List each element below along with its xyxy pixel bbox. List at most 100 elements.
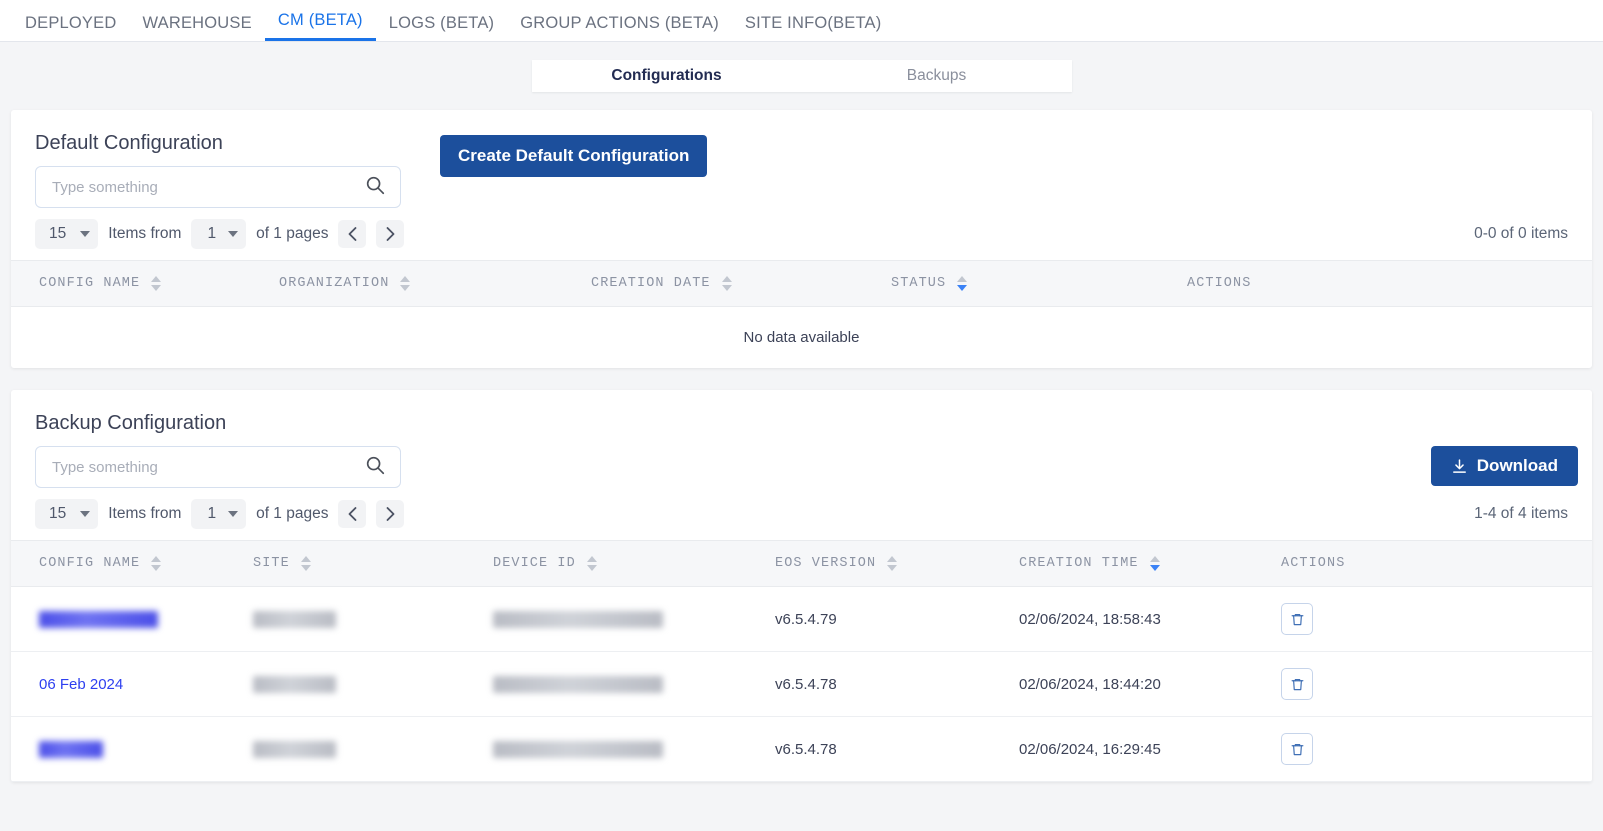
chevron-down-icon bbox=[80, 511, 90, 517]
delete-row-button[interactable] bbox=[1281, 603, 1313, 635]
backup-prev-page-button[interactable] bbox=[338, 500, 366, 528]
backup-page-number-select[interactable]: 1 bbox=[191, 499, 246, 529]
site-cell: ██ ███ ██ bbox=[253, 717, 493, 782]
backup-config-pagination: 15 Items from 1 of 1 pages 1-4 of 4 item… bbox=[11, 488, 1592, 540]
default-page-size-select[interactable]: 15 bbox=[35, 219, 98, 249]
backup-items-from-label: Items from bbox=[108, 505, 181, 523]
backup-config-search-box[interactable] bbox=[35, 446, 401, 488]
delete-row-button[interactable] bbox=[1281, 668, 1313, 700]
column-header-organization[interactable]: ORGANIZATION bbox=[279, 261, 591, 307]
tab-configurations[interactable]: Configurations bbox=[532, 60, 802, 92]
creation-time-cell: 02/06/2024, 18:58:43 bbox=[1019, 587, 1281, 652]
no-data-message: No data available bbox=[11, 307, 1592, 369]
sort-toggle-icon[interactable] bbox=[151, 276, 161, 291]
nav-item-warehouse[interactable]: WAREHOUSE bbox=[129, 15, 264, 42]
actions-cell bbox=[1281, 587, 1592, 652]
default-page-size-value: 15 bbox=[49, 225, 66, 243]
chevron-down-icon bbox=[80, 231, 90, 237]
eos-version-cell: v6.5.4.79 bbox=[775, 587, 1019, 652]
column-header-device-id[interactable]: DEVICE ID bbox=[493, 541, 775, 587]
default-table-empty-row: No data available bbox=[11, 307, 1592, 369]
backup-config-title: Backup Configuration bbox=[11, 390, 226, 435]
device-id-cell: ████████████████ bbox=[493, 717, 775, 782]
config-name-cell[interactable]: 06 Feb 2024 bbox=[11, 652, 253, 717]
column-header-status[interactable]: STATUS bbox=[891, 261, 1187, 307]
default-config-pagination: 15 Items from 1 of 1 pages 0-0 of 0 item… bbox=[11, 208, 1592, 260]
nav-item-group-actions-beta[interactable]: GROUP ACTIONS (BETA) bbox=[507, 15, 732, 42]
backup-page-size-value: 15 bbox=[49, 505, 66, 523]
column-header-site[interactable]: SITE bbox=[253, 541, 493, 587]
column-header-eos-version[interactable]: EOS VERSION bbox=[775, 541, 1019, 587]
default-config-search-box[interactable] bbox=[35, 166, 401, 208]
site-cell: ██ ███ ██ bbox=[253, 587, 493, 652]
table-row: 06 Feb 2024██ ███ ██████████████████ v6.5… bbox=[11, 652, 1592, 717]
column-header-creation-date[interactable]: CREATION DATE bbox=[591, 261, 891, 307]
sort-toggle-icon[interactable] bbox=[587, 556, 597, 571]
column-header-label: ORGANIZATION bbox=[279, 276, 389, 291]
backup-table-head: CONFIG NAMESITE DEVICE IDEOS VERSIONCREAT… bbox=[11, 541, 1592, 587]
creation-time-cell: 02/06/2024, 16:29:45 bbox=[1019, 717, 1281, 782]
eos-version-cell-value: v6.5.4.78 bbox=[775, 676, 837, 693]
column-header-label: CREATION DATE bbox=[591, 276, 711, 291]
trash-icon bbox=[1290, 677, 1305, 692]
eos-version-cell: v6.5.4.78 bbox=[775, 652, 1019, 717]
default-table-header-row: CONFIG NAME ORGANIZATION CREATION DATE STAT… bbox=[11, 261, 1592, 307]
default-page-number-select[interactable]: 1 bbox=[191, 219, 246, 249]
backup-config-search-input[interactable] bbox=[52, 459, 364, 476]
tab-backups[interactable]: Backups bbox=[802, 60, 1072, 92]
sort-toggle-icon[interactable] bbox=[151, 556, 161, 571]
search-icon[interactable] bbox=[364, 174, 386, 201]
backup-configuration-card: Backup Configuration Download 15 Items f bbox=[11, 390, 1592, 782]
default-table-head: CONFIG NAME ORGANIZATION CREATION DATE STAT… bbox=[11, 261, 1592, 307]
trash-icon bbox=[1290, 742, 1305, 757]
sort-toggle-icon[interactable] bbox=[1150, 556, 1160, 571]
default-config-search-input[interactable] bbox=[52, 179, 364, 196]
device-id-cell-value: ████████████████ bbox=[493, 676, 663, 693]
sort-toggle-icon[interactable] bbox=[722, 276, 732, 291]
default-configuration-table: CONFIG NAME ORGANIZATION CREATION DATE STAT… bbox=[11, 260, 1592, 368]
backup-next-page-button[interactable] bbox=[376, 500, 404, 528]
default-config-search-row bbox=[11, 166, 1592, 208]
default-configuration-card: Default Configuration Create Default Con… bbox=[11, 110, 1592, 368]
actions-cell bbox=[1281, 717, 1592, 782]
column-header-label: CREATION TIME bbox=[1019, 556, 1139, 571]
column-header-label: CONFIG NAME bbox=[39, 276, 140, 291]
chevron-down-icon bbox=[228, 511, 238, 517]
site-cell: ██ ███ ██ bbox=[253, 652, 493, 717]
column-header-actions: ACTIONS bbox=[1281, 541, 1592, 587]
sort-toggle-icon[interactable] bbox=[400, 276, 410, 291]
config-name-cell[interactable]: ███ ██ ██ ███ bbox=[11, 587, 253, 652]
nav-item-logs-beta[interactable]: LOGS (BETA) bbox=[376, 15, 508, 42]
search-icon[interactable] bbox=[364, 454, 386, 481]
default-items-from-label: Items from bbox=[108, 225, 181, 243]
nav-item-site-info-beta[interactable]: SITE INFO(BETA) bbox=[732, 15, 895, 42]
actions-cell bbox=[1281, 652, 1592, 717]
column-header-creation-time[interactable]: CREATION TIME bbox=[1019, 541, 1281, 587]
section-tabs: Configurations Backups bbox=[532, 60, 1072, 92]
sort-toggle-icon[interactable] bbox=[301, 556, 311, 571]
eos-version-cell-value: v6.5.4.79 bbox=[775, 611, 837, 628]
default-config-title: Default Configuration bbox=[11, 110, 223, 155]
download-button[interactable]: Download bbox=[1431, 446, 1578, 486]
table-row: ████████ ███ ██████████████████v6.5.4.78… bbox=[11, 717, 1592, 782]
nav-item-cm-beta[interactable]: CM (BETA) bbox=[265, 12, 376, 42]
site-cell-value: ██ ███ ██ bbox=[253, 611, 336, 628]
column-header-config-name[interactable]: CONFIG NAME bbox=[11, 541, 253, 587]
device-id-cell-value: ████████████████ bbox=[493, 611, 663, 628]
delete-row-button[interactable] bbox=[1281, 733, 1313, 765]
column-header-label: STATUS bbox=[891, 276, 946, 291]
nav-item-deployed[interactable]: DEPLOYED bbox=[12, 15, 129, 42]
config-name-cell[interactable]: ██████ bbox=[11, 717, 253, 782]
default-next-page-button[interactable] bbox=[376, 220, 404, 248]
backup-table-header-row: CONFIG NAMESITE DEVICE IDEOS VERSIONCREAT… bbox=[11, 541, 1592, 587]
chevron-down-icon bbox=[228, 231, 238, 237]
sort-toggle-icon[interactable] bbox=[887, 556, 897, 571]
config-name-cell-value: ███ ██ ██ ███ bbox=[39, 611, 158, 628]
sort-toggle-icon[interactable] bbox=[957, 276, 967, 291]
column-header-label: SITE bbox=[253, 556, 290, 571]
column-header-config-name[interactable]: CONFIG NAME bbox=[11, 261, 279, 307]
backup-page-size-select[interactable]: 15 bbox=[35, 499, 98, 529]
section-tabs-container: Configurations Backups bbox=[0, 42, 1603, 110]
default-prev-page-button[interactable] bbox=[338, 220, 366, 248]
download-button-label: Download bbox=[1477, 456, 1558, 476]
